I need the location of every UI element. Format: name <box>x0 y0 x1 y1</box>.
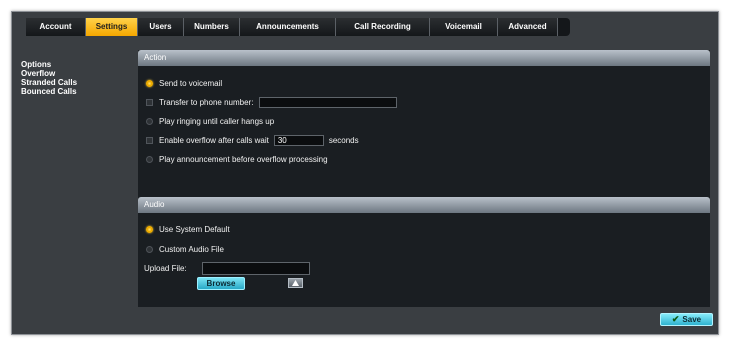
upload-file-input[interactable] <box>201 261 310 275</box>
send-to-voicemail-label: Send to voicemail <box>159 78 223 88</box>
enable-overflow-label: Enable overflow after calls wait <box>159 135 269 145</box>
checkbox-icon[interactable] <box>146 136 153 144</box>
tab-users[interactable]: Users <box>138 18 184 36</box>
radio-unselected-icon[interactable] <box>146 155 153 163</box>
tab-account[interactable]: Account <box>26 18 86 36</box>
audio-panel-title: Audio <box>138 197 710 213</box>
tab-call-recording[interactable]: Call Recording <box>336 18 430 36</box>
transfer-to-phone-label: Transfer to phone number: <box>159 97 254 107</box>
option-play-ringing[interactable]: Play ringing until caller hangs up <box>146 114 274 128</box>
tab-numbers[interactable]: Numbers <box>184 18 240 36</box>
tab-announcements[interactable]: Announcements <box>240 18 336 36</box>
checkbox-icon[interactable] <box>146 98 153 106</box>
action-panel: Action Send to voicemail Transfer to pho… <box>138 50 710 203</box>
browse-button[interactable]: Browse <box>197 277 245 290</box>
play-announcement-label: Play announcement before overflow proces… <box>159 154 328 164</box>
phone-number-input[interactable] <box>259 96 398 108</box>
use-system-default-label: Use System Default <box>159 224 230 234</box>
radio-unselected-icon[interactable] <box>146 117 153 125</box>
option-play-announcement[interactable]: Play announcement before overflow proces… <box>146 152 328 166</box>
tab-voicemail[interactable]: Voicemail <box>430 18 498 36</box>
tab-advanced[interactable]: Advanced <box>498 18 558 36</box>
audio-panel: Audio Use System Default Custom Audio Fi… <box>138 197 710 307</box>
action-panel-title: Action <box>138 50 710 66</box>
tabbar-end-cap <box>558 18 570 36</box>
option-custom-audio-file[interactable]: Custom Audio File <box>146 242 224 256</box>
custom-audio-file-label: Custom Audio File <box>159 244 224 254</box>
upload-file-row: Upload File: <box>144 261 310 275</box>
save-button[interactable]: ✔ Save <box>660 313 713 326</box>
save-button-label: Save <box>682 315 702 324</box>
sidebar-item-bounced-calls[interactable]: Bounced Calls <box>21 87 131 96</box>
sidebar-item-overflow[interactable]: Overflow <box>21 69 131 78</box>
radio-unselected-icon[interactable] <box>146 245 153 253</box>
radio-selected-icon[interactable] <box>146 225 153 233</box>
overflow-seconds-input[interactable] <box>273 134 324 146</box>
option-enable-overflow[interactable]: Enable overflow after calls wait seconds <box>146 133 359 147</box>
radio-selected-icon[interactable] <box>146 79 153 87</box>
main-tabbar: Account Settings Users Numbers Announcem… <box>26 18 570 36</box>
play-ringing-label: Play ringing until caller hangs up <box>159 116 275 126</box>
upload-file-label: Upload File: <box>144 263 187 273</box>
sidebar-item-stranded-calls[interactable]: Stranded Calls <box>21 78 131 87</box>
option-transfer-to-phone[interactable]: Transfer to phone number: <box>146 95 398 109</box>
settings-window: Account Settings Users Numbers Announcem… <box>11 11 719 335</box>
upload-arrow-icon[interactable] <box>288 278 303 288</box>
sidebar-item-options[interactable]: Options <box>21 60 131 69</box>
option-send-to-voicemail[interactable]: Send to voicemail <box>146 76 222 90</box>
option-use-system-default[interactable]: Use System Default <box>146 222 230 236</box>
checkmark-icon: ✔ <box>671 314 680 324</box>
settings-sidebar: Options Overflow Stranded Calls Bounced … <box>21 60 131 96</box>
seconds-label: seconds <box>328 135 359 145</box>
tab-settings[interactable]: Settings <box>86 18 138 36</box>
